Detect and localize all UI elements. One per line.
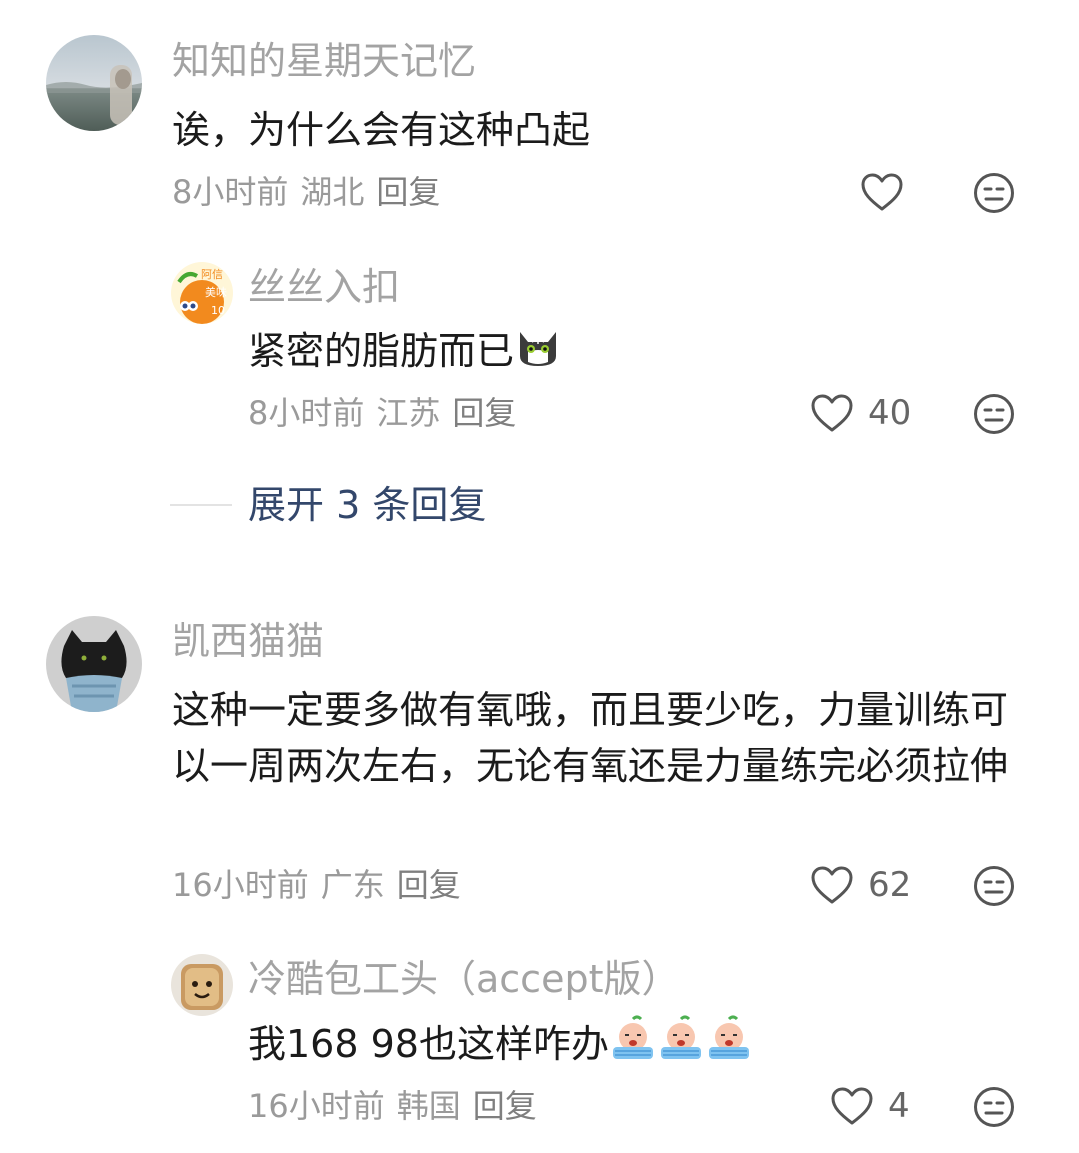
like-button[interactable]: 62 [810,865,911,905]
dislike-button[interactable] [973,1086,1015,1128]
comment-text: 这种一定要多做有氧哦，而且要少吃，力量训练可以一周两次左右，无论有氧还是力量练完… [172,688,1009,788]
dislike-button[interactable] [973,865,1015,907]
username[interactable]: 冷酷包工头（accept版） [248,960,679,998]
orange-avatar-icon: 阿信 美味 10 [171,262,233,324]
username[interactable]: 知知的星期天记忆 [172,42,476,80]
comment-text: 诶，为什么会有这种凸起 [172,108,591,152]
cat-emoji-icon [514,322,562,385]
like-button[interactable]: 4 [830,1086,910,1126]
divider [170,504,232,506]
timestamp: 8小时前 [248,394,365,432]
meh-face-icon [974,394,1014,434]
toast-character-avatar-icon [171,954,233,1016]
reply-button[interactable]: 回复 [397,866,461,904]
location: 江苏 [376,394,441,432]
reply-button[interactable]: 回复 [452,394,516,432]
heart-icon [831,1087,873,1125]
heart-icon [861,173,903,211]
location: 韩国 [396,1087,461,1125]
comment-meta: 16小时前 广东 回复 [172,869,461,901]
expand-replies-label: 展开 3 条回复 [248,483,487,527]
heart-icon [811,394,853,432]
like-button[interactable] [860,172,904,212]
comment-meta: 8小时前 江苏 回复 [248,397,516,429]
avatar[interactable]: 阿信 美味 10 [171,262,233,324]
landscape-avatar-icon [46,35,142,131]
crying-peach-emoji-icon [609,1015,657,1078]
expand-replies-button[interactable]: 展开 3 条回复 [170,486,486,524]
like-count: 40 [868,393,912,433]
comment-meta: 8小时前 湖北 回复 [172,176,440,208]
meh-face-icon [974,1087,1014,1127]
dislike-button[interactable] [973,172,1015,214]
reply-button[interactable]: 回复 [473,1087,537,1125]
avatar-text: 美味 [205,286,227,299]
timestamp: 16小时前 [248,1087,385,1125]
comment-text: 紧密的脂肪而已 [248,322,1008,385]
dislike-button[interactable] [973,393,1015,435]
avatar[interactable] [171,954,233,1016]
comment-text: 我168 98也这样咋办 [248,1015,1028,1078]
like-button[interactable]: 40 [810,393,911,433]
location: 湖北 [300,173,365,211]
reply-text: 我168 98也这样咋办 [248,1022,609,1066]
avatar-text: 阿信 [201,268,223,281]
location: 广东 [320,866,385,904]
black-cat-avatar-icon [46,616,142,712]
avatar-text: 10 [211,304,225,317]
reply-button[interactable]: 回复 [376,173,440,211]
meh-face-icon [974,173,1014,213]
crying-peach-emoji-icon [657,1015,705,1078]
like-count: 62 [868,865,912,905]
username[interactable]: 凯西猫猫 [172,622,324,660]
avatar[interactable] [46,35,142,131]
username[interactable]: 丝丝入扣 [248,268,400,306]
comment-meta: 16小时前 韩国 回复 [248,1090,537,1122]
avatar[interactable] [46,616,142,712]
meh-face-icon [974,866,1014,906]
like-count: 4 [888,1086,910,1126]
crying-peach-emoji-icon [705,1015,753,1078]
reply-text: 紧密的脂肪而已 [248,329,515,373]
timestamp: 16小时前 [172,866,309,904]
heart-icon [811,866,853,904]
timestamp: 8小时前 [172,173,289,211]
